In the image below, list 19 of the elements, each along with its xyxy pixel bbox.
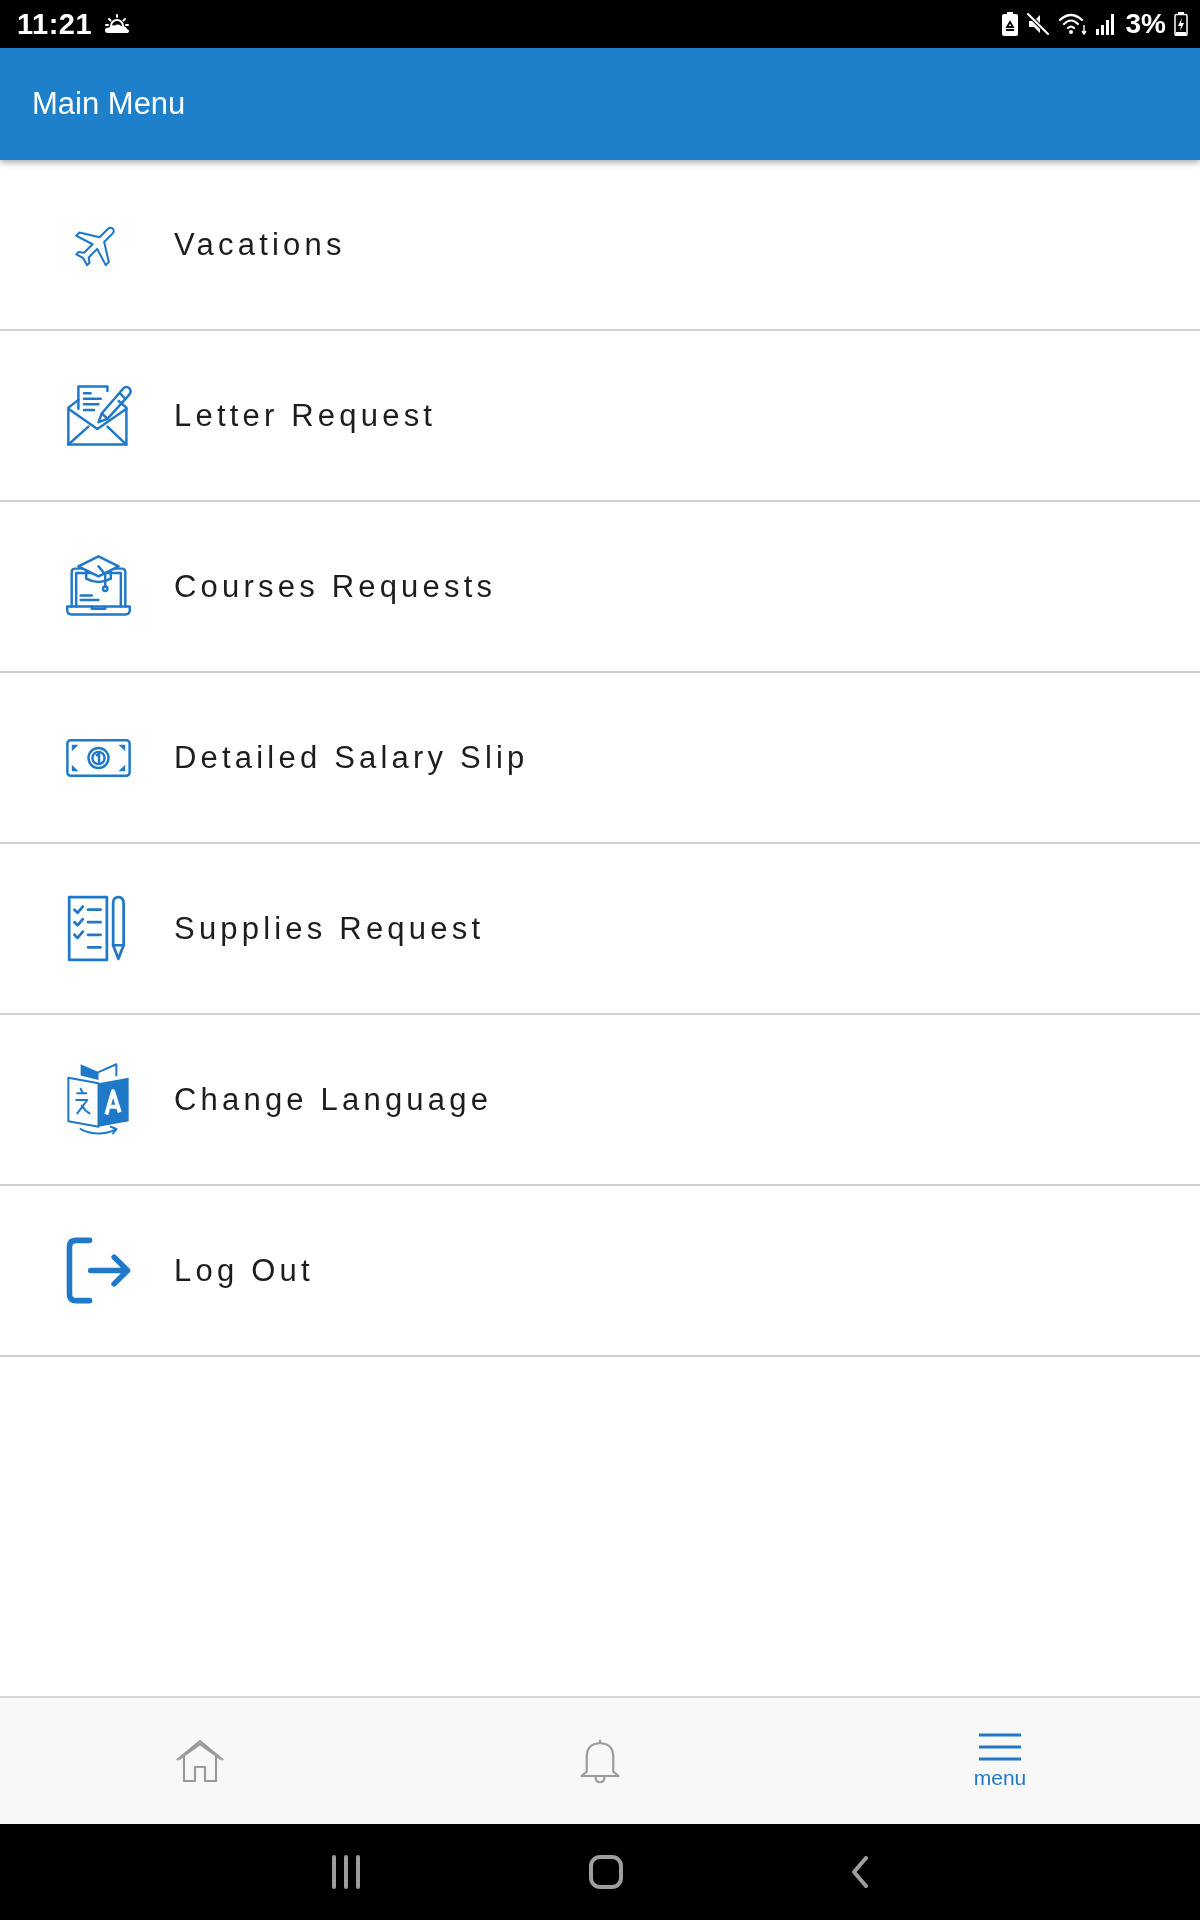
clock-time: 11:21 bbox=[17, 7, 93, 41]
battery-saver-icon bbox=[1001, 12, 1018, 36]
banknote-icon bbox=[64, 737, 132, 778]
sun-cloud-icon bbox=[104, 14, 131, 34]
app-bar-title: Main Menu bbox=[32, 86, 186, 122]
back-icon[interactable] bbox=[851, 1856, 869, 1888]
envelope-letter-icon bbox=[64, 382, 132, 449]
menu-icon bbox=[979, 1732, 1021, 1761]
translate-book-icon bbox=[64, 1061, 132, 1138]
battery-percentage: 3% bbox=[1125, 8, 1166, 40]
nav-tab[interactable]: menu bbox=[800, 1698, 1200, 1824]
signal-icon bbox=[1095, 13, 1116, 35]
wifi-icon bbox=[1057, 13, 1088, 35]
home-button-icon[interactable] bbox=[589, 1855, 623, 1889]
muted-speaker-icon bbox=[1025, 12, 1050, 36]
home-icon bbox=[175, 1738, 225, 1784]
logout-icon bbox=[64, 1237, 132, 1304]
recent-apps-icon[interactable] bbox=[331, 1855, 361, 1889]
battery-charging-icon bbox=[1174, 12, 1188, 36]
